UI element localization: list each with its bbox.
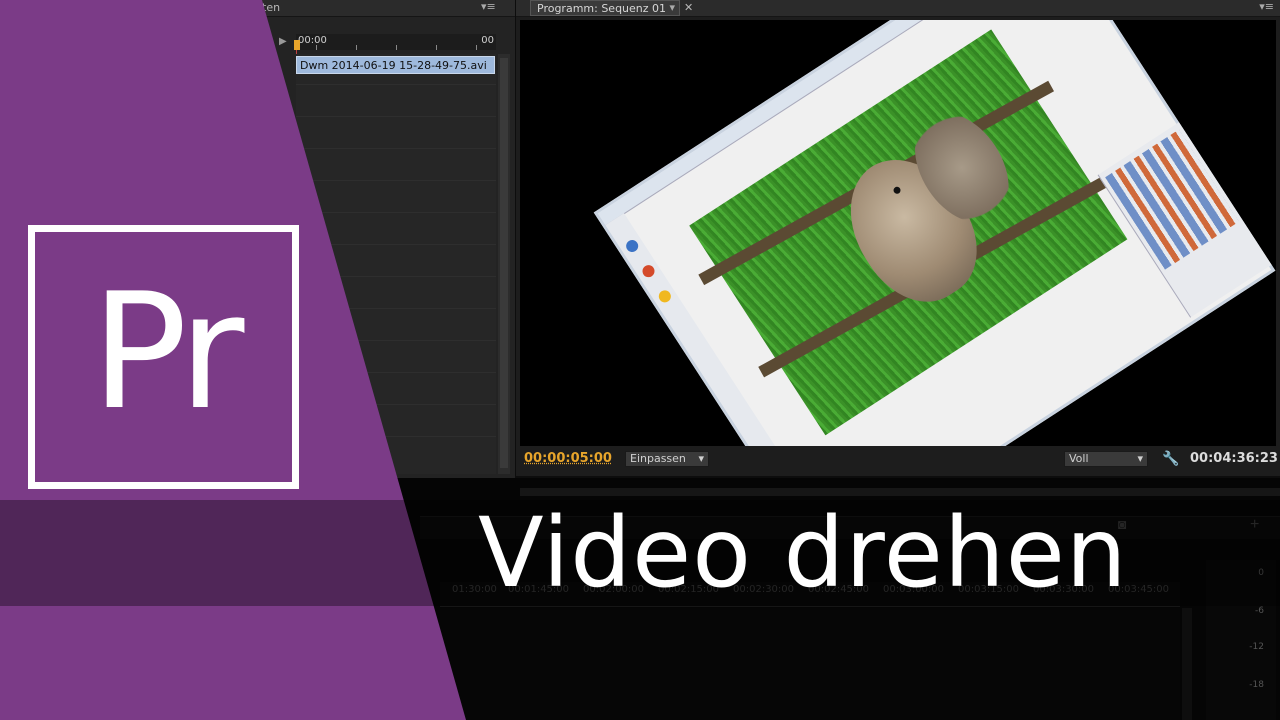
chevron-down-icon[interactable]: ▾: [669, 1, 675, 14]
video-title: Video drehen: [478, 497, 1128, 609]
plus-icon[interactable]: +: [1250, 516, 1259, 534]
chevron-down-icon: ▾: [698, 452, 704, 465]
editor-toolbox: [1097, 122, 1272, 318]
meter-label: -18: [1249, 680, 1264, 690]
quality-select[interactable]: Voll ▾: [1064, 451, 1148, 467]
screen-capture: [593, 20, 1276, 446]
premiere-logo: Pr: [28, 225, 299, 489]
track-area: [296, 54, 496, 474]
rotated-video-frame: [553, 20, 1276, 446]
timeline-scrub-bar[interactable]: [520, 488, 1280, 496]
timeline-scrollbar[interactable]: [1182, 608, 1192, 720]
clip-name: Dwm 2014-06-19 15-28-49-75.avi: [300, 59, 487, 72]
wrench-icon[interactable]: 🔧: [1162, 450, 1179, 467]
ruler-end-label: 00: [481, 35, 494, 46]
video-canvas[interactable]: [520, 20, 1276, 446]
panel-menu-icon[interactable]: ▾≡: [1259, 0, 1274, 13]
scrollbar[interactable]: [498, 54, 510, 474]
squirrel-photo: [689, 29, 1128, 436]
close-icon[interactable]: ✕: [684, 1, 693, 14]
tab-program-label: Programm: Sequenz 01: [537, 2, 667, 15]
chevron-down-icon: ▾: [1137, 452, 1143, 465]
play-icon[interactable]: ▶: [279, 36, 287, 47]
quality-select-value: Voll: [1069, 452, 1089, 465]
meter-label: -12: [1249, 642, 1264, 652]
meter-label: 0: [1258, 568, 1264, 578]
program-monitor-tabbar: Programm: Sequenz 01 ▾ ✕ ▾≡: [516, 0, 1280, 17]
source-ruler[interactable]: 00:00 00: [296, 34, 496, 50]
logo-text: Pr: [91, 258, 244, 445]
panel-menu-icon[interactable]: ▾≡: [481, 0, 496, 13]
timeline-tracks: [440, 608, 1180, 720]
fit-select[interactable]: Einpassen ▾: [625, 451, 709, 467]
project-panel-tabbar: ten ▾≡: [0, 0, 515, 17]
current-timecode[interactable]: 00:00:05:00: [524, 451, 612, 466]
meter-label: -6: [1255, 606, 1264, 616]
project-panel-tab[interactable]: ten: [262, 1, 280, 14]
program-monitor: Programm: Sequenz 01 ▾ ✕ ▾≡ 00:00:05:00 …: [516, 0, 1280, 476]
audio-meter: [1206, 560, 1276, 720]
fit-select-value: Einpassen: [630, 452, 686, 465]
clip-item[interactable]: Dwm 2014-06-19 15-28-49-75.avi: [296, 56, 495, 74]
ruler-start-label: 00:00: [298, 35, 327, 46]
duration-timecode: 00:04:36:23: [1190, 451, 1278, 466]
playhead-marker-icon[interactable]: [294, 40, 300, 50]
tab-program[interactable]: Programm: Sequenz 01 ▾: [530, 0, 680, 16]
